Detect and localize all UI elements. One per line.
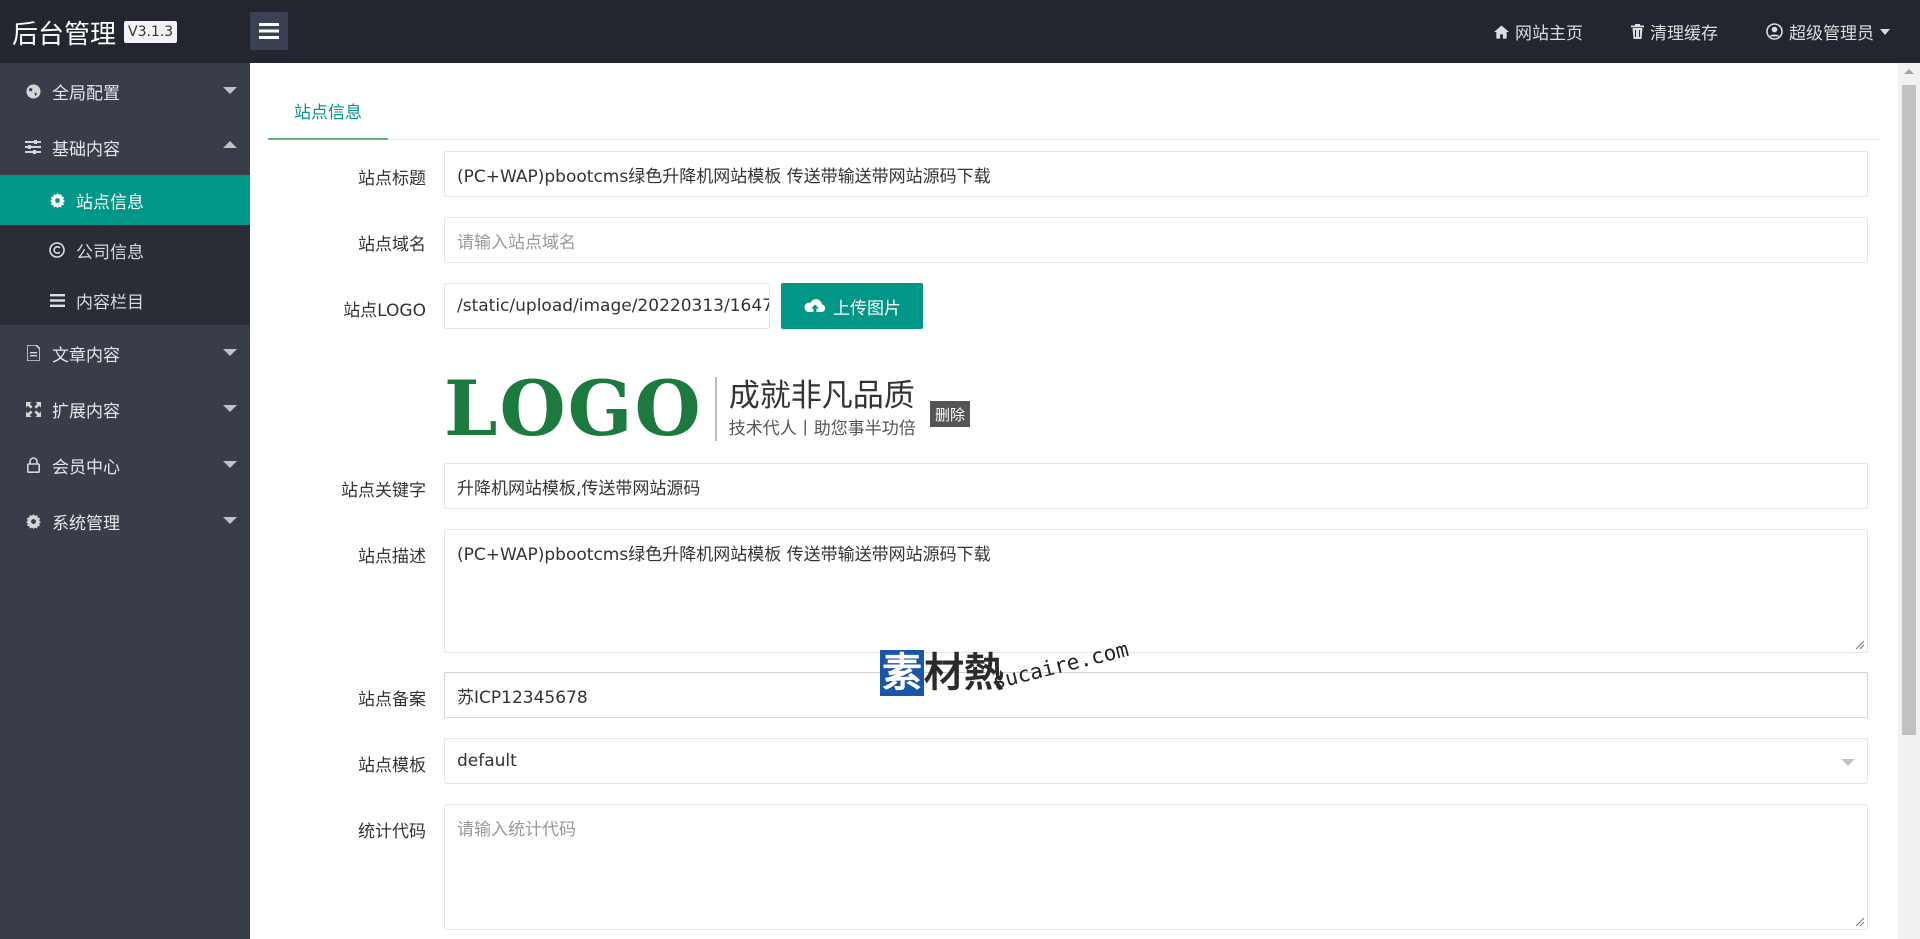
sidebar-item-label: 内容栏目 (76, 292, 144, 313)
site-keywords-input[interactable]: 升降机网站模板,传送带网站源码 (444, 463, 1868, 509)
scroll-up-arrow-icon[interactable] (1904, 69, 1914, 74)
sidebar-item-system-management[interactable]: 系统管理 (0, 493, 250, 549)
list-icon (48, 291, 66, 309)
watermark: 素材熱 sucaire.com (880, 637, 1131, 712)
sidebar-item-company-info[interactable]: 公司信息 (0, 225, 250, 275)
lock-icon (24, 456, 42, 474)
icp-label: 站点备案 (358, 690, 426, 710)
template-selected-value: default (457, 751, 517, 771)
clear-cache-link[interactable]: 清理缓存 (1631, 19, 1718, 44)
watermark-logo: 素材熱 (880, 648, 1004, 698)
resize-handle-icon[interactable] (1854, 916, 1864, 926)
title-label: 站点标题 (358, 169, 426, 189)
watermark-logo-highlight: 素 (880, 650, 924, 696)
site-description-textarea[interactable]: (PC+WAP)pbootcms绿色升降机网站模板 传送带输送带网站源码下载 (444, 529, 1868, 653)
document-icon (24, 344, 42, 362)
chevron-down-icon (223, 349, 237, 356)
sidebar-item-label: 站点信息 (76, 192, 144, 213)
logo-slogan-main: 成就非凡品质 (728, 378, 915, 414)
sidebar-item-member-center[interactable]: 会员中心 (0, 437, 250, 493)
globe-icon (24, 82, 42, 100)
logo-preview-text: LOGO (444, 364, 703, 453)
logo-slogan-sub: 技术代人丨助您事半功倍 (728, 419, 916, 439)
menu-toggle-button[interactable] (250, 12, 288, 50)
sidebar-item-basic-content[interactable]: 基础内容 (0, 119, 250, 175)
version-badge: V3.1.3 (124, 21, 178, 43)
user-menu-label: 超级管理员 (1789, 24, 1874, 44)
sidebar-item-label: 系统管理 (52, 513, 120, 534)
caret-down-icon (1880, 28, 1890, 35)
sidebar: 全局配置 基础内容 站点信息 公司信息 内容栏目 文章内容 扩展内容 会员中心 … (0, 63, 250, 939)
page-scrollbar[interactable] (1898, 63, 1920, 939)
trash-icon (1631, 24, 1644, 39)
user-circle-icon (1766, 23, 1783, 40)
keywords-label: 站点关键字 (341, 481, 426, 501)
chevron-down-icon (223, 87, 237, 94)
chevron-down-icon (1841, 759, 1855, 766)
stats-placeholder: 请输入统计代码 (457, 820, 576, 840)
sidebar-item-label: 公司信息 (76, 242, 144, 263)
sidebar-item-label: 全局配置 (52, 83, 120, 104)
tab-site-info[interactable]: 站点信息 (268, 89, 388, 140)
delete-logo-button[interactable]: 删除 (930, 401, 970, 427)
chevron-up-icon (223, 141, 237, 148)
sidebar-item-label: 扩展内容 (52, 401, 120, 422)
sliders-icon (24, 138, 42, 156)
tab-bar: 站点信息 (268, 89, 1880, 140)
description-text: (PC+WAP)pbootcms绿色升降机网站模板 传送带输送带网站源码下载 (457, 545, 991, 565)
site-title-input[interactable]: (PC+WAP)pbootcms绿色升降机网站模板 传送带输送带网站源码下载 (444, 151, 1868, 197)
sidebar-item-site-info[interactable]: 站点信息 (0, 175, 250, 225)
sidebar-item-label: 文章内容 (52, 345, 120, 366)
logo-preview-image: LOGO 成就非凡品质 技术代人丨助您事半功倍 (444, 367, 934, 451)
top-nav: 网站主页 清理缓存 超级管理员 (1494, 0, 1890, 63)
sidebar-item-label: 会员中心 (52, 457, 120, 478)
resize-handle-icon[interactable] (1854, 639, 1864, 649)
scrollbar-thumb[interactable] (1902, 85, 1916, 735)
expand-icon (24, 400, 42, 418)
site-icp-input[interactable]: 苏ICP12345678 (444, 672, 1868, 718)
sidebar-item-label: 基础内容 (52, 139, 120, 160)
brand: 后台管理 V3.1.3 (12, 14, 178, 50)
cloud-upload-icon (804, 298, 826, 312)
logo-slogan: 成就非凡品质 技术代人丨助您事半功倍 (729, 376, 916, 442)
chevron-down-icon (223, 461, 237, 468)
site-template-select[interactable]: default (444, 738, 1868, 784)
logo-label: 站点LOGO (343, 301, 426, 321)
stats-code-textarea[interactable]: 请输入统计代码 (444, 804, 1868, 930)
app-title: 后台管理 (12, 19, 117, 50)
site-home-label: 网站主页 (1515, 24, 1583, 44)
home-icon (1494, 24, 1509, 39)
hamburger-icon (259, 23, 279, 39)
main-content: 站点信息 站点标题 (PC+WAP)pbootcms绿色升降机网站模板 传送带输… (250, 63, 1898, 939)
stats-label: 统计代码 (358, 822, 426, 842)
description-label: 站点描述 (358, 547, 426, 567)
sidebar-item-global-config[interactable]: 全局配置 (0, 63, 250, 119)
upload-image-label: 上传图片 (833, 298, 901, 319)
sidebar-item-article-content[interactable]: 文章内容 (0, 325, 250, 381)
site-domain-input[interactable]: 请输入站点域名 (444, 217, 1868, 263)
chevron-down-icon (223, 405, 237, 412)
chevron-down-icon (223, 517, 237, 524)
top-bar: 后台管理 V3.1.3 网站主页 清理缓存 超级管理员 (0, 0, 1920, 63)
domain-label: 站点域名 (358, 235, 426, 255)
sidebar-item-extended-content[interactable]: 扩展内容 (0, 381, 250, 437)
copyright-icon (48, 241, 66, 259)
template-label: 站点模板 (358, 756, 426, 776)
user-menu[interactable]: 超级管理员 (1766, 19, 1890, 44)
site-logo-input[interactable]: /static/upload/image/20220313/1647165 (444, 283, 770, 329)
logo-divider (714, 377, 717, 441)
gear-icon (24, 512, 42, 530)
sidebar-item-content-columns[interactable]: 内容栏目 (0, 275, 250, 325)
gear-icon (48, 191, 66, 209)
upload-image-button[interactable]: 上传图片 (781, 283, 923, 329)
submenu-basic-content: 站点信息 公司信息 内容栏目 (0, 175, 250, 325)
site-home-link[interactable]: 网站主页 (1494, 19, 1583, 44)
clear-cache-label: 清理缓存 (1650, 24, 1718, 44)
